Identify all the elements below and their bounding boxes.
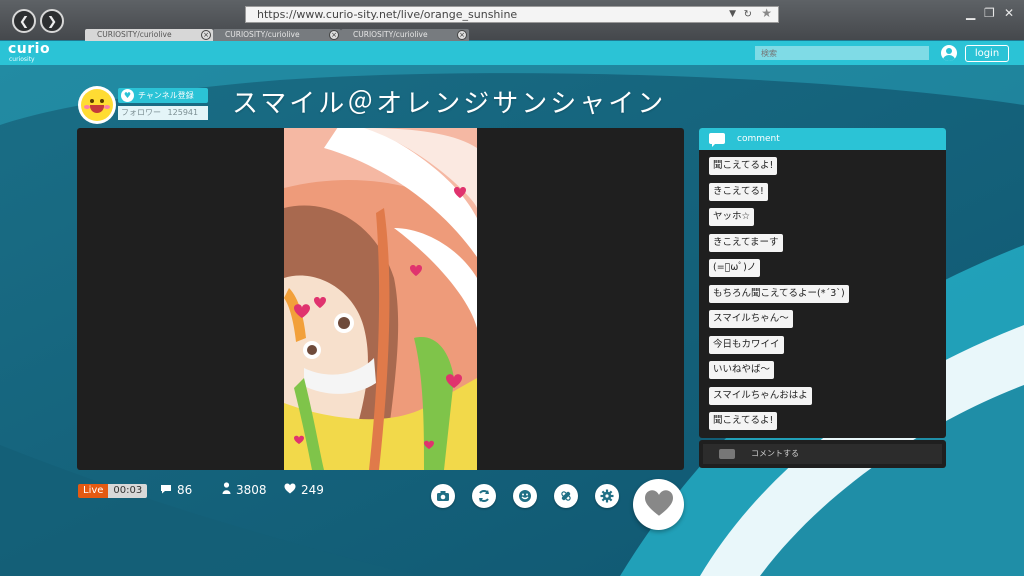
viewer-count-value: 3808 (236, 483, 267, 497)
close-window-icon[interactable]: ✕ (1004, 6, 1014, 20)
comment-item: 聞こえてるよ! (709, 157, 778, 175)
settings-icon (600, 489, 614, 503)
tab-1[interactable]: CURIOSITY/curiolive × (85, 29, 213, 41)
comment-item: きこえてまーす (709, 233, 783, 252)
viewer-count: 3808 (222, 482, 267, 500)
live-badge: Live 00:03 (78, 484, 148, 498)
comment-header: comment (699, 128, 946, 150)
person-icon (222, 482, 231, 500)
star-icon[interactable]: ★ (761, 6, 772, 21)
reload-icon[interactable]: ↻ (744, 7, 752, 22)
video-frame (284, 128, 477, 470)
channel-avatar[interactable] (78, 86, 116, 124)
live-label: Live (78, 484, 109, 498)
comment-item: 聞こえてるよ! (709, 412, 778, 430)
smile-icon (518, 489, 532, 503)
comment-count-value: 86 (177, 483, 193, 497)
browser-chrome: ❮ ❯ https://www.curio-sity.net/live/oran… (0, 0, 1024, 41)
tab-label: CURIOSITY/curiolive (97, 30, 172, 39)
comment-item: (=ﾟωﾟ)ノ (709, 259, 761, 277)
search-input[interactable] (755, 46, 929, 60)
tab-label: CURIOSITY/curiolive (225, 30, 300, 39)
chevron-right-icon: ❯ (46, 14, 58, 28)
subscribe-button[interactable]: ♥ チャンネル登録 (118, 88, 208, 103)
comment-item: もちろん聞こえてるよー(*´3`) (709, 284, 849, 303)
speech-bubble-icon (719, 449, 735, 459)
comment-item: スマイルちゃんおはよ (709, 386, 812, 405)
follower-count: フォロワー 125941 (118, 106, 208, 120)
comment-panel: comment 聞こえてるよ! きこえてる! ヤッホ☆ きこえてまーす (=ﾟω… (699, 128, 946, 438)
settings-button[interactable] (595, 484, 619, 508)
smile-face-icon (81, 89, 113, 121)
elapsed-time: 00:03 (108, 484, 148, 498)
like-count-value: 249 (301, 483, 324, 497)
login-button[interactable]: login (965, 45, 1009, 62)
comment-item: 今日もカワイイ (709, 335, 784, 354)
speech-bubble-icon (709, 133, 725, 147)
comment-header-label: comment (737, 134, 780, 144)
subscribe-label: チャンネル登録 (138, 91, 194, 100)
video-player[interactable] (77, 128, 684, 470)
heart-icon (643, 489, 675, 521)
comment-item: いいねやば〜 (709, 361, 775, 379)
comment-list: 聞こえてるよ! きこえてる! ヤッホ☆ きこえてまーす (=ﾟωﾟ)ノ もちろん… (709, 157, 849, 438)
comment-input-area: コメントする (699, 440, 946, 468)
stream-title: スマイル＠オレンジサンシャイン (232, 89, 667, 119)
tab-label: CURIOSITY/curiolive (353, 30, 428, 39)
close-icon[interactable]: × (201, 30, 211, 40)
bandage-icon (559, 489, 573, 503)
minimize-icon[interactable]: ▁ (966, 6, 975, 20)
close-icon[interactable]: × (457, 30, 467, 40)
like-button[interactable] (633, 479, 684, 530)
chevron-left-icon: ❮ (18, 14, 30, 28)
tab-3[interactable]: CURIOSITY/curiolive × (341, 29, 469, 41)
address-bar[interactable]: https://www.curio-sity.net/live/orange_s… (245, 6, 779, 23)
site-header: curio curiosity login (0, 41, 1024, 65)
speech-bubble-icon (160, 484, 172, 500)
forward-button[interactable]: ❯ (40, 9, 64, 33)
logo-subtext: curiosity (9, 56, 35, 63)
close-icon[interactable]: × (329, 30, 339, 40)
comment-item: ヤッホ☆ (709, 208, 755, 226)
camera-button[interactable] (431, 484, 455, 508)
tab-2[interactable]: CURIOSITY/curiolive × (213, 29, 341, 41)
chevron-down-icon[interactable]: ▼ (729, 7, 736, 22)
logo-text: curio (8, 41, 51, 57)
like-count: 249 (284, 482, 324, 500)
comment-item: スマイルちゃん〜 (709, 310, 793, 328)
comment-placeholder: コメントする (751, 449, 799, 458)
rotate-button[interactable] (472, 484, 496, 508)
comment-item: きこえてる! (709, 182, 768, 201)
camera-icon (436, 490, 450, 502)
smile-button[interactable] (513, 484, 537, 508)
url-text: https://www.curio-sity.net/live/orange_s… (257, 8, 518, 21)
comment-input[interactable]: コメントする (703, 444, 942, 464)
comment-count: 86 (160, 482, 192, 500)
followers-label: フォロワー (121, 108, 161, 117)
back-button[interactable]: ❮ (12, 9, 36, 33)
site-logo[interactable]: curio curiosity (8, 42, 50, 63)
restore-icon[interactable]: ❐ (984, 6, 995, 20)
heart-plus-icon: ♥ (121, 89, 134, 102)
user-icon[interactable] (941, 45, 957, 61)
heart-icon (284, 483, 296, 500)
rotate-icon (477, 489, 491, 503)
bandage-button[interactable] (554, 484, 578, 508)
followers-value: 125941 (167, 108, 199, 117)
